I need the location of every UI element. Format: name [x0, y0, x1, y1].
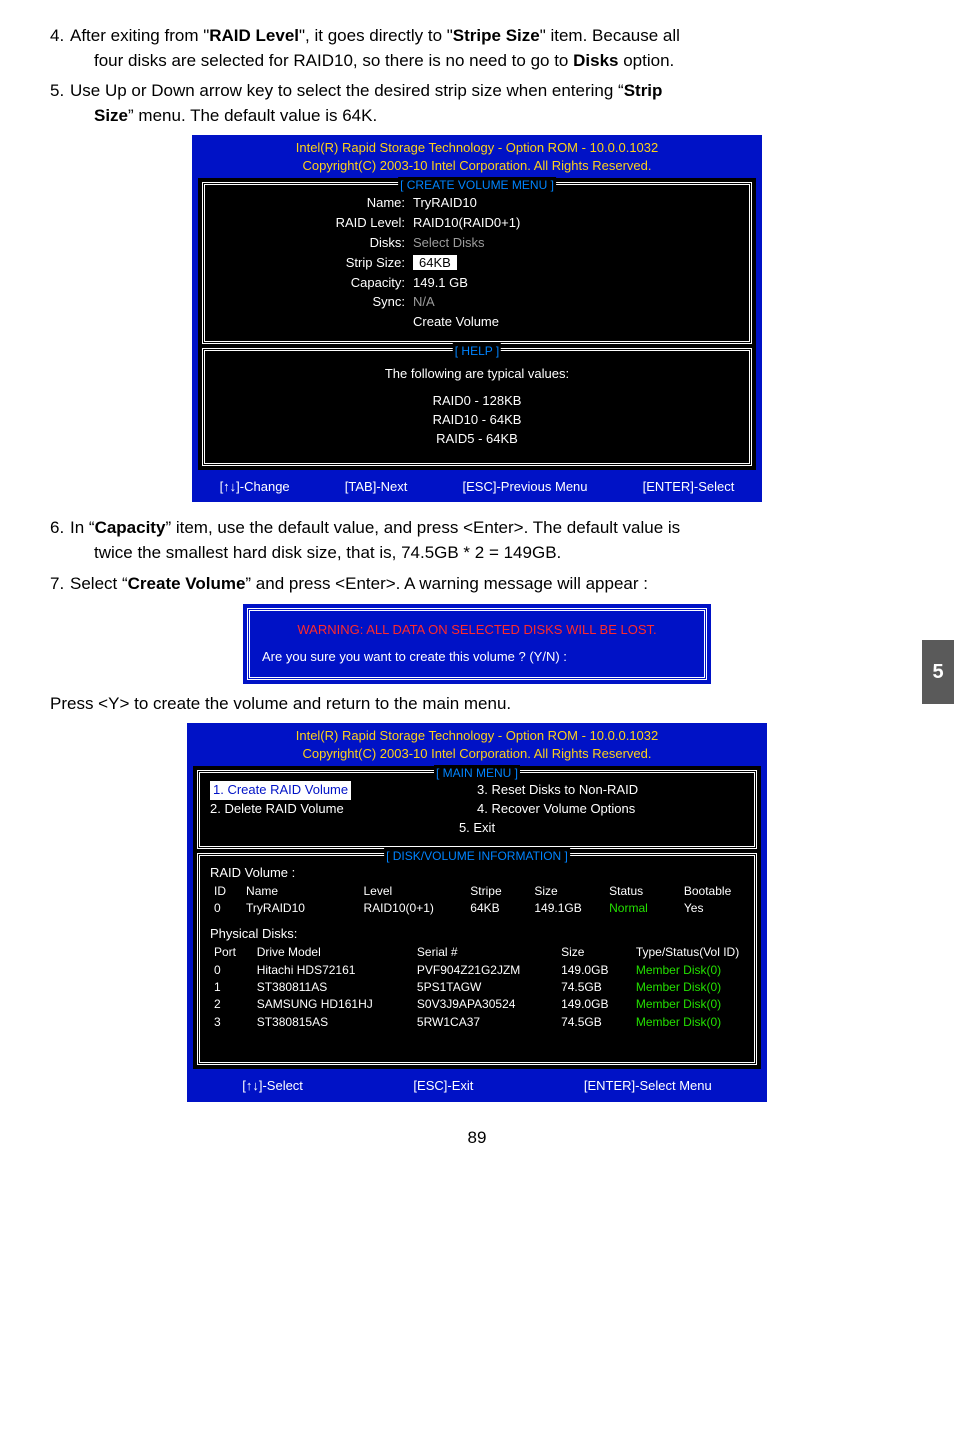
- main-menu-box: [ MAIN MENU ] 1. Create RAID Volume 2. D…: [197, 770, 757, 849]
- step-4: 4. After exiting from "RAID Level", it g…: [50, 24, 904, 73]
- strip-size-selected[interactable]: 64KB: [413, 255, 457, 270]
- warning-dialog: WARNING: ALL DATA ON SELECTED DISKS WILL…: [243, 604, 711, 684]
- menu-exit[interactable]: 5. Exit: [210, 819, 744, 838]
- menu-recover-volume[interactable]: 4. Recover Volume Options: [477, 800, 744, 819]
- bios-footer-2: [↑↓]-Select [ESC]-Exit [ENTER]-Select Me…: [187, 1075, 767, 1102]
- instruction-list: 4. After exiting from "RAID Level", it g…: [50, 24, 904, 129]
- step-6: 6. In “Capacity” item, use the default v…: [50, 516, 904, 565]
- help-box: [ HELP ] The following are typical value…: [202, 348, 752, 465]
- disk-volume-info-box: [ DISK/VOLUME INFORMATION ] RAID Volume …: [197, 853, 757, 1065]
- menu-reset-disks[interactable]: 3. Reset Disks to Non-RAID: [477, 781, 744, 800]
- step-5: 5. Use Up or Down arrow key to select th…: [50, 79, 904, 128]
- chapter-tab: 5: [922, 640, 954, 704]
- bios-create-volume: Intel(R) Rapid Storage Technology - Opti…: [192, 135, 762, 503]
- instruction-list-2: 6. In “Capacity” item, use the default v…: [50, 516, 904, 596]
- after-warning-text: Press <Y> to create the volume and retur…: [50, 692, 904, 717]
- physical-disks-table: Port Drive Model Serial # Size Type/Stat…: [210, 944, 744, 1031]
- bios-header-2: Intel(R) Rapid Storage Technology - Opti…: [187, 723, 767, 767]
- step-7: 7. Select “Create Volume” and press <Ent…: [50, 572, 904, 597]
- bios-header: Intel(R) Rapid Storage Technology - Opti…: [192, 135, 762, 179]
- menu-delete-raid[interactable]: 2. Delete RAID Volume: [210, 800, 477, 819]
- bios-main-menu: Intel(R) Rapid Storage Technology - Opti…: [187, 723, 767, 1102]
- menu-create-raid[interactable]: 1. Create RAID Volume: [210, 781, 351, 800]
- raid-volume-table: ID Name Level Stripe Size Status Bootabl…: [210, 883, 744, 918]
- create-volume-box: [ CREATE VOLUME MENU ] Name:TryRAID10 RA…: [202, 182, 752, 344]
- bios-footer: [↑↓]-Change [TAB]-Next [ESC]-Previous Me…: [192, 476, 762, 503]
- page-number: 89: [0, 1122, 954, 1155]
